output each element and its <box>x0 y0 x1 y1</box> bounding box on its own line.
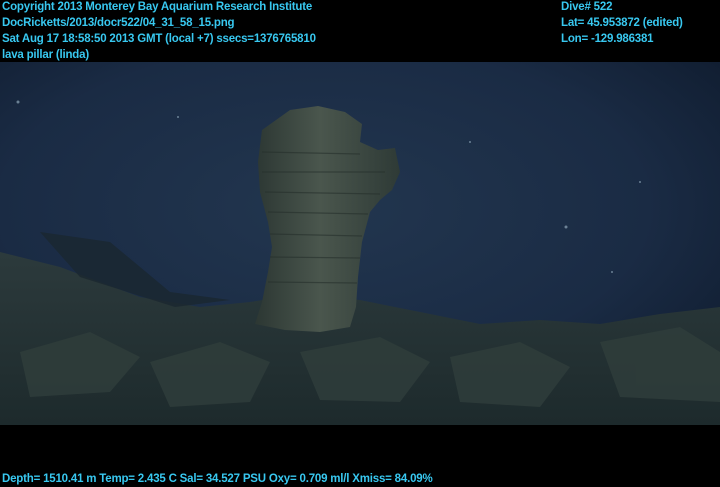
longitude-text: Lon= -129.986381 <box>561 33 654 45</box>
file-path-text: DocRicketts/2013/docr522/04_31_58_15.png <box>2 17 235 29</box>
telemetry-overlay: Depth= 1510.41 m Temp= 2.435 C Sal= 34.5… <box>2 471 433 487</box>
latitude-text: Lat= 45.953872 (edited) <box>561 17 683 29</box>
copyright-text: Copyright 2013 Monterey Bay Aquarium Res… <box>2 1 313 13</box>
timestamp-text: Sat Aug 17 18:58:50 2013 GMT (local +7) … <box>2 33 316 45</box>
info-overlay-left: Copyright 2013 Monterey Bay Aquarium Res… <box>2 0 316 63</box>
dive-number-text: Dive# 522 <box>561 1 613 13</box>
telemetry-text: Depth= 1510.41 m Temp= 2.435 C Sal= 34.5… <box>2 473 433 485</box>
annotation-text: lava pillar (linda) <box>2 49 89 61</box>
seafloor-photo <box>0 62 720 425</box>
info-overlay-right: Dive# 522 Lat= 45.953872 (edited) Lon= -… <box>561 0 683 47</box>
